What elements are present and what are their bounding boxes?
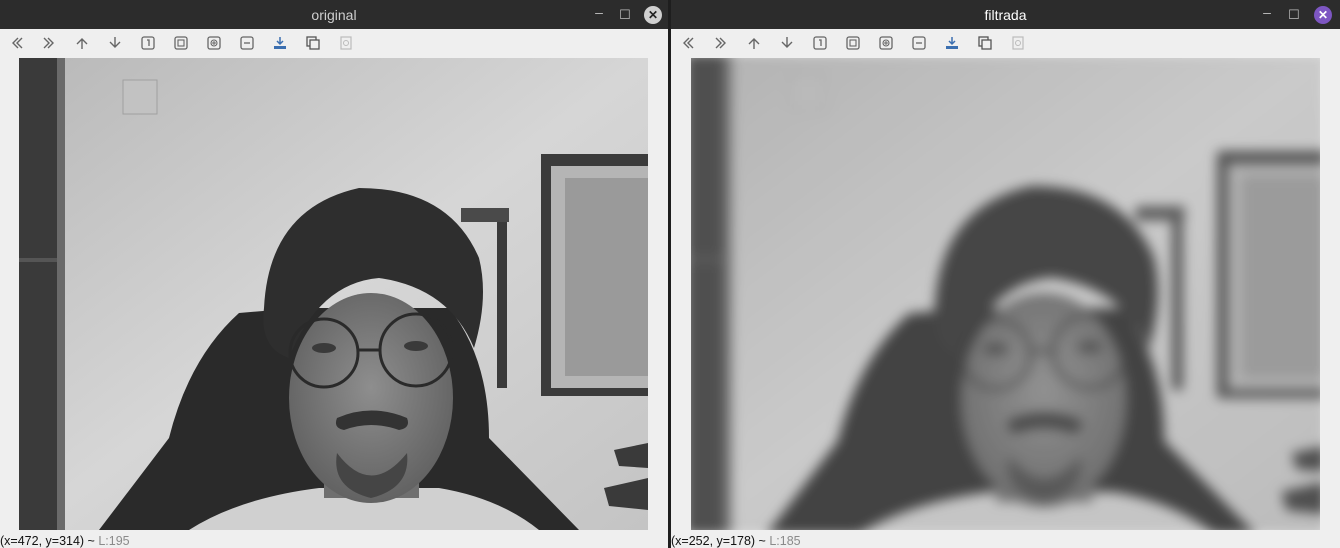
zoom-reset-icon[interactable] (137, 32, 159, 54)
cursor-coordinates: (x=252, y=178) ~ (671, 534, 766, 548)
properties-icon[interactable] (1007, 32, 1029, 54)
maximize-button[interactable]: ☐ (616, 6, 634, 24)
window-title: original (311, 7, 357, 23)
properties-icon[interactable] (335, 32, 357, 54)
webcam-image-blurred (691, 58, 1320, 530)
minimize-button[interactable]: – (1258, 5, 1276, 24)
save-image-icon[interactable] (941, 32, 963, 54)
luminance-value: L:195 (98, 534, 130, 548)
status-bar: (x=472, y=314) ~ L:195 (0, 534, 130, 548)
webcam-image (19, 58, 648, 530)
zoom-out-icon[interactable] (236, 32, 258, 54)
image-canvas[interactable] (19, 58, 648, 530)
pan-up-icon[interactable] (743, 32, 765, 54)
maximize-button[interactable]: ☐ (1285, 6, 1303, 24)
window-title: filtrada (984, 7, 1027, 23)
forward-icon[interactable] (710, 32, 732, 54)
titlebar[interactable]: original – ☐ ✕ (0, 0, 668, 29)
back-icon[interactable] (6, 32, 28, 54)
zoom-in-icon[interactable] (875, 32, 897, 54)
close-button[interactable]: ✕ (644, 6, 662, 24)
pan-down-icon[interactable] (104, 32, 126, 54)
window-original: original – ☐ ✕ (x=472, y=314) ~ L:195 (0, 0, 668, 548)
copy-image-icon[interactable] (974, 32, 996, 54)
zoom-out-icon[interactable] (908, 32, 930, 54)
cursor-coordinates: (x=472, y=314) ~ (0, 534, 95, 548)
forward-icon[interactable] (38, 32, 60, 54)
pan-up-icon[interactable] (71, 32, 93, 54)
zoom-reset-icon[interactable] (809, 32, 831, 54)
image-canvas[interactable] (691, 58, 1320, 530)
back-icon[interactable] (677, 32, 699, 54)
pan-down-icon[interactable] (776, 32, 798, 54)
close-button[interactable]: ✕ (1314, 6, 1332, 24)
save-image-icon[interactable] (269, 32, 291, 54)
zoom-fit-icon[interactable] (842, 32, 864, 54)
luminance-value: L:185 (769, 534, 801, 548)
status-bar: (x=252, y=178) ~ L:185 (671, 534, 801, 548)
window-filtrada: filtrada – ☐ ✕ (x=252, y=178) ~ L:185 (671, 0, 1340, 548)
copy-image-icon[interactable] (302, 32, 324, 54)
zoom-in-icon[interactable] (203, 32, 225, 54)
titlebar[interactable]: filtrada – ☐ ✕ (671, 0, 1340, 29)
zoom-fit-icon[interactable] (170, 32, 192, 54)
minimize-button[interactable]: – (590, 5, 608, 24)
